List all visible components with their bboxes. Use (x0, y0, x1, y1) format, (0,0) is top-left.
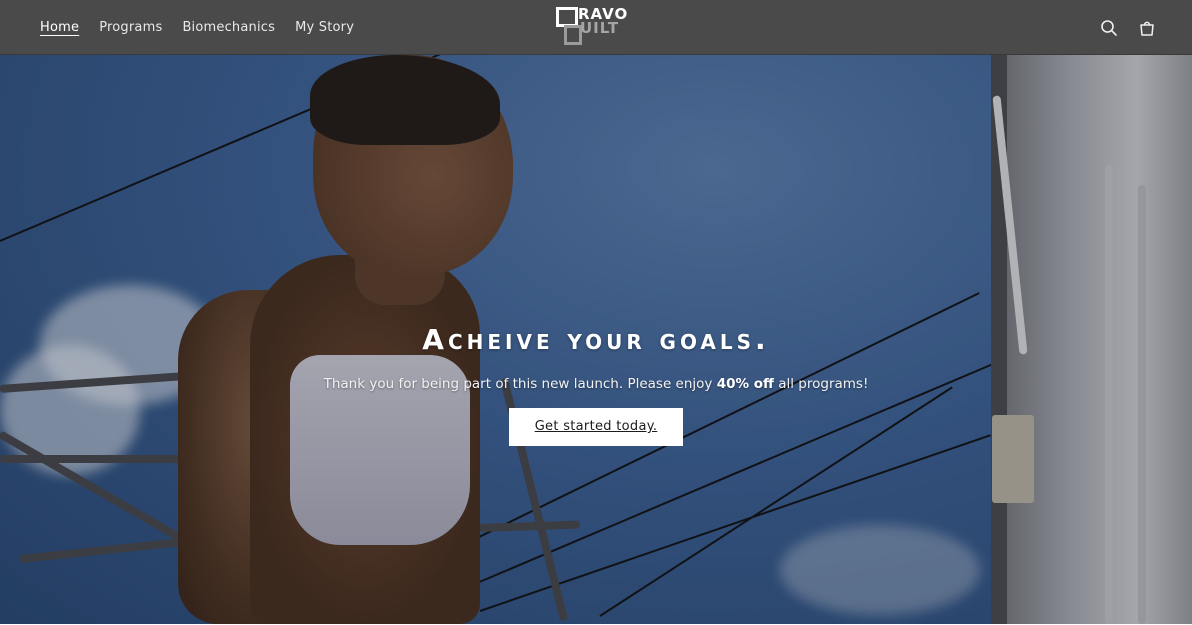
hero-banner: Acheive your goals. Thank you for being … (0, 55, 1192, 624)
hero-title: Acheive your goals. (422, 323, 770, 356)
page: Home Programs Biomechanics My Story RAVO… (0, 0, 1192, 625)
discount-highlight: 40% off (716, 376, 774, 392)
site-header: Home Programs Biomechanics My Story RAVO… (0, 0, 1192, 55)
search-icon[interactable] (1100, 19, 1118, 37)
hero-content: Acheive your goals. Thank you for being … (0, 323, 1192, 446)
nav-programs-link[interactable]: Programs (89, 20, 172, 35)
cart-icon[interactable] (1138, 19, 1156, 37)
hero-subtitle: Thank you for being part of this new lau… (0, 376, 1192, 392)
get-started-button[interactable]: Get started today. (509, 408, 683, 446)
nav-home-link[interactable]: Home (30, 20, 89, 35)
brand-logo[interactable]: RAVO UILT (556, 5, 636, 47)
main-nav: Home Programs Biomechanics My Story (30, 0, 364, 55)
logo-b-mark-white (556, 7, 578, 27)
hero-subtitle-end: all programs! (773, 376, 869, 392)
logo-text-bottom: UILT (580, 19, 620, 37)
header-actions (1100, 0, 1156, 55)
nav-my-story-link[interactable]: My Story (285, 20, 364, 35)
nav-biomechanics-link[interactable]: Biomechanics (172, 20, 285, 35)
hero-subtitle-text: Thank you for being part of this new lau… (323, 376, 717, 392)
